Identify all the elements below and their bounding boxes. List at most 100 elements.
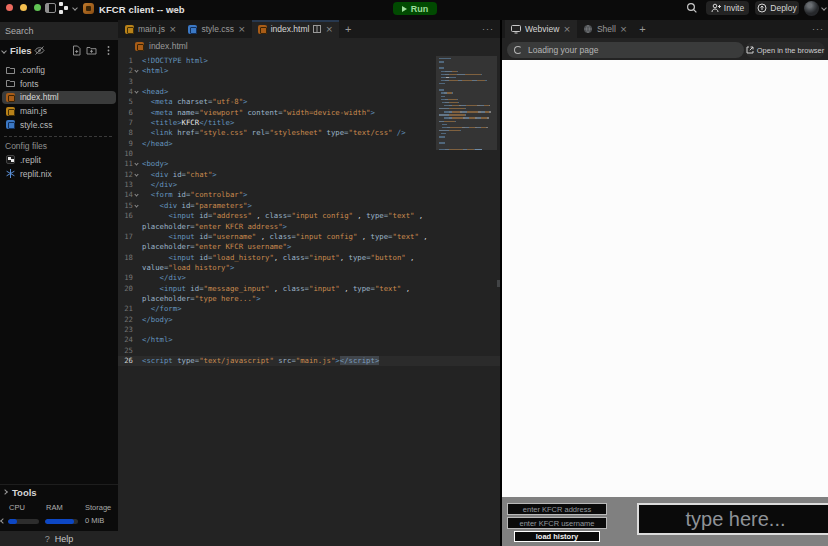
tab-main-js[interactable]: main.js × bbox=[119, 20, 182, 38]
file-item-index-html[interactable]: index.html bbox=[2, 91, 116, 105]
code-line-23[interactable]: 23 bbox=[118, 325, 500, 335]
split-view-icon[interactable] bbox=[313, 25, 321, 33]
breadcrumb[interactable]: index.html bbox=[118, 38, 500, 54]
account-chevron-down-icon[interactable] bbox=[821, 5, 827, 11]
code-line-11[interactable]: 11<body> bbox=[118, 159, 500, 169]
chevron-down-icon[interactable] bbox=[72, 5, 78, 11]
deploy-rocket-icon bbox=[757, 3, 767, 13]
code-line-22[interactable]: 22</body> bbox=[118, 315, 500, 325]
search-icon[interactable] bbox=[686, 2, 698, 14]
ram-label: RAM bbox=[46, 503, 63, 512]
code-line-12[interactable]: 12<div id="chat"> bbox=[118, 170, 500, 180]
new-file-icon[interactable] bbox=[71, 45, 82, 56]
code-line-16[interactable]: placeholder="enter KFCR address"> bbox=[118, 222, 500, 232]
folder-icon bbox=[6, 79, 15, 88]
message-input[interactable]: type here... bbox=[637, 503, 828, 535]
webview-tab-bar: Webview × Shell × + ··· bbox=[502, 20, 828, 38]
ram-meter-fill bbox=[45, 519, 74, 524]
loading-spinner-icon bbox=[514, 46, 522, 54]
monitor-icon bbox=[511, 24, 521, 34]
cpu-meter-fill bbox=[8, 519, 17, 524]
html-file-icon bbox=[6, 93, 15, 102]
minimap-line bbox=[439, 142, 497, 143]
search-input[interactable]: Search bbox=[0, 22, 118, 40]
new-folder-icon[interactable] bbox=[86, 45, 97, 56]
code-line-26[interactable]: 26<script type="text/javascript" src="ma… bbox=[118, 356, 500, 366]
hidden-files-eye-icon[interactable] bbox=[34, 45, 45, 56]
code-line-23[interactable]: placeholder="type here..."> bbox=[118, 294, 500, 304]
tools-chevron-icon[interactable] bbox=[2, 489, 8, 495]
file-item-config[interactable]: .config bbox=[2, 64, 116, 78]
code-line-24[interactable]: 24</html> bbox=[118, 335, 500, 345]
folder-icon bbox=[6, 66, 15, 75]
open-in-browser-button[interactable]: Open in the browser bbox=[745, 42, 825, 58]
files-menu-kebab-icon[interactable] bbox=[103, 45, 114, 56]
webview-options-icon[interactable]: ··· bbox=[812, 20, 824, 38]
minimize-window-button[interactable] bbox=[20, 4, 27, 11]
close-tab-icon[interactable]: × bbox=[620, 24, 628, 34]
close-window-button[interactable] bbox=[6, 4, 13, 11]
code-line-20[interactable]: 20<input id="message_input" , class="inp… bbox=[118, 284, 500, 294]
kfcr-address-input[interactable]: enter KFCR address bbox=[507, 503, 607, 515]
files-collapse-chevron-icon[interactable] bbox=[1, 48, 7, 54]
minimap-line bbox=[439, 124, 497, 125]
minimap[interactable] bbox=[439, 58, 497, 152]
minimap-line bbox=[439, 136, 497, 137]
tab-webview[interactable]: Webview × bbox=[505, 20, 577, 38]
kfcr-username-input[interactable]: enter KFCR username bbox=[507, 517, 607, 529]
load-history-button[interactable]: load history bbox=[514, 531, 600, 542]
close-tab-icon[interactable]: × bbox=[238, 24, 246, 34]
cpu-meter bbox=[8, 519, 39, 524]
deploy-button[interactable]: Deploy bbox=[755, 1, 799, 15]
collapse-sidebar-chevron-icon[interactable] bbox=[0, 518, 6, 524]
code-line-13[interactable]: 13</div> bbox=[118, 180, 500, 190]
code-line-16[interactable]: 16<input id="address" , class="input con… bbox=[118, 211, 500, 221]
replit-logo-icon[interactable] bbox=[59, 2, 70, 14]
minimap-line bbox=[439, 58, 497, 59]
code-line-25[interactable]: 25 bbox=[118, 346, 500, 356]
minimap-line bbox=[439, 99, 497, 100]
maximize-window-button[interactable] bbox=[34, 4, 41, 11]
code-line-20[interactable]: value="load history"> bbox=[118, 263, 500, 273]
file-item-style-css[interactable]: style.css bbox=[2, 118, 116, 132]
tab-index-html[interactable]: index.html × bbox=[252, 20, 339, 38]
code-line-19[interactable]: 19</div> bbox=[118, 273, 500, 283]
new-tab-icon[interactable]: + bbox=[633, 20, 651, 38]
minimap-line bbox=[439, 83, 497, 84]
editor-pane: main.js × style.css × index.html × + ···… bbox=[118, 20, 500, 546]
close-tab-icon[interactable]: × bbox=[325, 24, 333, 34]
editor-tab-options-icon[interactable]: ··· bbox=[482, 20, 494, 38]
invite-button[interactable]: Invite bbox=[706, 1, 749, 15]
editor-tab-bar: main.js × style.css × index.html × + ··· bbox=[118, 20, 500, 38]
minimap-line bbox=[439, 133, 497, 134]
url-loading-bar[interactable]: Loading your page bbox=[507, 42, 744, 58]
tab-style-css[interactable]: style.css × bbox=[182, 20, 251, 38]
minimap-line bbox=[439, 105, 497, 106]
nix-file-icon bbox=[6, 169, 15, 178]
run-button[interactable]: Run bbox=[393, 2, 437, 15]
file-item-fonts[interactable]: fonts bbox=[2, 77, 116, 91]
code-line-14[interactable]: 14<form id="controlbar"> bbox=[118, 190, 500, 200]
minimap-line bbox=[439, 130, 497, 131]
code-line-17[interactable]: 17<input id="username" , class="input co… bbox=[118, 232, 500, 242]
code-line-18[interactable]: 18<input id="load_history", class="input… bbox=[118, 253, 500, 263]
js-file-icon bbox=[125, 25, 134, 34]
close-tab-icon[interactable]: × bbox=[169, 24, 177, 34]
close-tab-icon[interactable]: × bbox=[563, 24, 571, 34]
sidebar-separator bbox=[4, 136, 112, 137]
js-file-icon bbox=[6, 107, 15, 116]
minimap-line bbox=[439, 117, 497, 118]
file-item-main-js[interactable]: main.js bbox=[2, 104, 116, 118]
sidebar-toggle-icon[interactable] bbox=[45, 3, 56, 13]
tab-shell[interactable]: Shell × bbox=[577, 20, 633, 38]
help-button[interactable]: ? Help bbox=[0, 531, 118, 546]
minimap-line bbox=[439, 89, 497, 90]
code-line-21[interactable]: 21</form> bbox=[118, 304, 500, 314]
file-item-replit[interactable]: .replit bbox=[2, 153, 116, 167]
new-tab-icon[interactable]: + bbox=[339, 20, 357, 38]
code-line-15[interactable]: 15<div id="parameters"> bbox=[118, 201, 500, 211]
file-item-replit-nix[interactable]: replit.nix bbox=[2, 167, 116, 181]
minimap-line bbox=[439, 80, 497, 81]
code-line-18[interactable]: placeholder="enter KFCR username"> bbox=[118, 242, 500, 252]
avatar[interactable] bbox=[804, 1, 819, 16]
